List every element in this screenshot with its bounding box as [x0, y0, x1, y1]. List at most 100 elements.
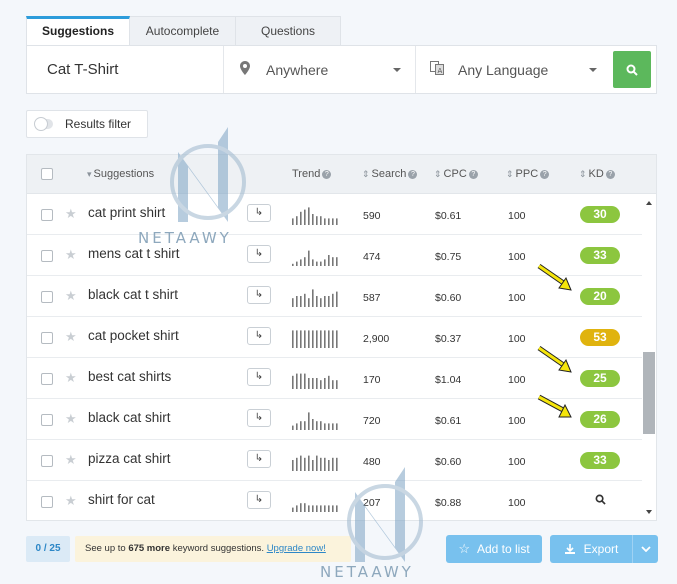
help-icon[interactable]: ? — [605, 170, 615, 179]
row-checkbox[interactable] — [41, 291, 53, 303]
trend-bar — [316, 216, 318, 225]
toggle-switch[interactable] — [34, 117, 53, 131]
upgrade-link[interactable]: Upgrade now! — [267, 543, 326, 554]
chevron-down-icon — [589, 68, 597, 72]
keyword-text[interactable]: cat print shirt — [88, 205, 165, 220]
help-icon[interactable]: ? — [408, 170, 418, 179]
results-filter-toggle[interactable]: Results filter — [26, 110, 148, 138]
scroll-up-icon[interactable] — [646, 201, 652, 205]
row-checkbox[interactable] — [41, 373, 53, 385]
export-dropdown[interactable] — [632, 535, 658, 563]
upgrade-text: See up to — [85, 543, 126, 554]
help-icon[interactable]: ? — [540, 170, 550, 179]
keyword-text[interactable]: best cat shirts — [88, 369, 171, 384]
keyword-text[interactable]: black cat t shirt — [88, 287, 178, 302]
scrollbar[interactable] — [642, 194, 656, 520]
star-icon[interactable]: ★ — [65, 288, 77, 304]
add-to-list-button[interactable]: ☆ Add to list — [446, 535, 542, 563]
trend-bar — [304, 209, 306, 225]
trend-bar — [308, 378, 310, 389]
row-checkbox[interactable] — [41, 455, 53, 467]
trend-bar — [332, 380, 334, 389]
cpc-value: $0.60 — [435, 456, 462, 468]
search-keyword-button[interactable]: ↳ — [247, 245, 271, 263]
col-suggestions[interactable]: ▾ Suggestions — [87, 168, 154, 180]
table-row: ★ shirt for cat ↳ 207 $0.88 100 — [27, 481, 644, 520]
kd-badge: 30 — [580, 206, 620, 223]
help-icon[interactable]: ? — [468, 170, 478, 179]
trend-bar — [312, 505, 314, 512]
trend-bar — [296, 296, 298, 307]
col-search[interactable]: ⇕ Search? — [362, 168, 418, 180]
col-cpc[interactable]: ⇕ CPC? — [434, 168, 478, 180]
tab-questions[interactable]: Questions — [236, 16, 341, 45]
kd-badge: 53 — [580, 329, 620, 346]
tab-suggestions[interactable]: Suggestions — [26, 16, 130, 45]
star-icon[interactable]: ★ — [65, 329, 77, 345]
location-select[interactable]: Anywhere — [224, 46, 416, 93]
star-icon[interactable]: ★ — [65, 370, 77, 386]
language-select[interactable]: A Any Language — [416, 46, 611, 93]
trend-bar — [324, 378, 326, 389]
sort-icon: ⇕ — [434, 169, 442, 179]
annotation-arrow — [537, 345, 572, 373]
row-checkbox[interactable] — [41, 250, 53, 262]
watermark-logo — [170, 127, 246, 222]
tab-autocomplete[interactable]: Autocomplete — [130, 16, 236, 45]
keyword-text[interactable]: cat pocket shirt — [88, 328, 179, 343]
cpc-value: $0.75 — [435, 251, 462, 263]
star-icon[interactable]: ★ — [65, 247, 77, 263]
row-checkbox[interactable] — [41, 496, 53, 508]
search-keyword-button[interactable]: ↳ — [247, 491, 271, 509]
search-icon — [626, 64, 638, 76]
search-keyword-button[interactable]: ↳ — [247, 450, 271, 468]
star-icon[interactable]: ★ — [65, 452, 77, 468]
star-icon[interactable]: ★ — [65, 411, 77, 427]
selection-counter: 0 / 25 — [26, 536, 70, 562]
search-keyword-button[interactable]: ↳ — [247, 286, 271, 304]
trend-bar — [316, 378, 318, 389]
kd-badge: 26 — [580, 411, 620, 428]
keyword-text[interactable]: black cat shirt — [88, 410, 171, 425]
trend-bar — [336, 423, 338, 430]
row-checkbox[interactable] — [41, 332, 53, 344]
row-checkbox[interactable] — [41, 209, 53, 221]
keyword-text[interactable]: shirt for cat — [88, 492, 155, 507]
trend-bar — [300, 259, 302, 266]
search-keyword-button[interactable]: ↳ — [247, 204, 271, 222]
trend-bar — [320, 261, 322, 266]
help-icon[interactable]: ? — [322, 170, 332, 179]
search-keyword-button[interactable]: ↳ — [247, 368, 271, 386]
cpc-value: $0.60 — [435, 292, 462, 304]
trend-bar — [316, 261, 318, 266]
keyword-text[interactable]: mens cat t shirt — [88, 246, 180, 261]
trend-bar — [312, 419, 314, 430]
star-icon[interactable]: ★ — [65, 493, 77, 509]
row-checkbox[interactable] — [41, 414, 53, 426]
star-icon[interactable]: ★ — [65, 206, 77, 222]
trend-bar — [336, 380, 338, 389]
scroll-down-icon[interactable] — [646, 510, 652, 514]
trend-bar — [312, 460, 314, 471]
export-button[interactable]: Export — [550, 535, 658, 563]
col-ppc[interactable]: ⇕ PPC? — [506, 168, 550, 180]
search-icon[interactable] — [595, 494, 606, 508]
trend-bar — [332, 423, 334, 430]
trend-bar — [304, 373, 306, 389]
search-button[interactable] — [613, 51, 651, 88]
trend-bar — [296, 216, 298, 225]
export-main[interactable]: Export — [550, 535, 632, 563]
search-keyword-button[interactable]: ↳ — [247, 409, 271, 427]
trend-bar — [292, 507, 294, 512]
trend-bar — [320, 216, 322, 225]
trend-chart — [292, 412, 338, 430]
scrollbar-thumb[interactable] — [643, 352, 655, 434]
keyword-text[interactable]: pizza cat shirt — [88, 451, 171, 466]
select-all-checkbox[interactable] — [41, 168, 53, 180]
col-kd[interactable]: ⇕ KD? — [579, 168, 615, 180]
search-keyword-button[interactable]: ↳ — [247, 327, 271, 345]
keyword-input[interactable]: Cat T-Shirt — [27, 46, 224, 93]
search-volume: 587 — [363, 292, 381, 304]
ppc-value: 100 — [508, 497, 526, 509]
trend-bar — [300, 373, 302, 389]
